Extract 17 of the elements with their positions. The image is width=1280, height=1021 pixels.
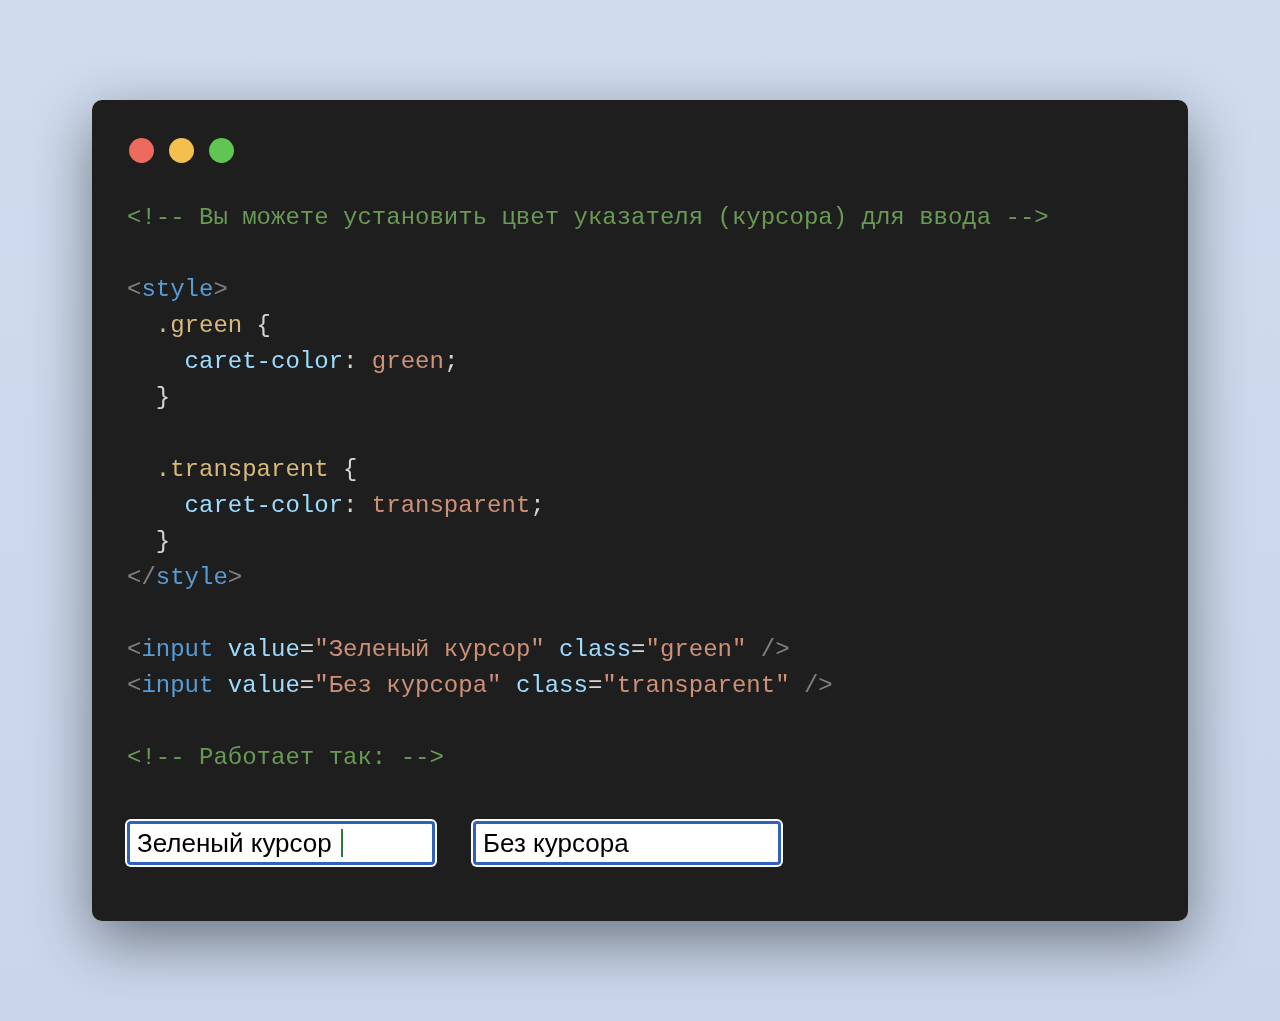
code-line: } — [154, 383, 172, 413]
minimize-button[interactable] — [169, 138, 194, 163]
code-line: <input value="Без курсора" class="transparent" /> — [127, 671, 834, 701]
code-line: <!-- Работает так: --> — [127, 743, 445, 773]
code-line: .green { — [154, 311, 273, 341]
zoom-button[interactable] — [209, 138, 234, 163]
close-button[interactable] — [129, 138, 154, 163]
code-line: <input value="Зеленый курсор" class="green" /> — [127, 635, 791, 665]
code-line: } — [154, 527, 172, 557]
code-line: caret-color: green; — [183, 347, 460, 377]
text-field[interactable]: Зеленый курсор — [127, 821, 435, 865]
code-line: caret-color: transparent; — [183, 491, 546, 521]
text-field[interactable]: Без курсора — [473, 821, 781, 865]
code-line: <!-- Вы можете установить цвет указателя (курсора) для ввода --> — [127, 203, 1050, 233]
code-line: </style> — [127, 563, 244, 593]
code-line: .transparent { — [154, 455, 359, 485]
code-line: <style> — [127, 275, 229, 305]
